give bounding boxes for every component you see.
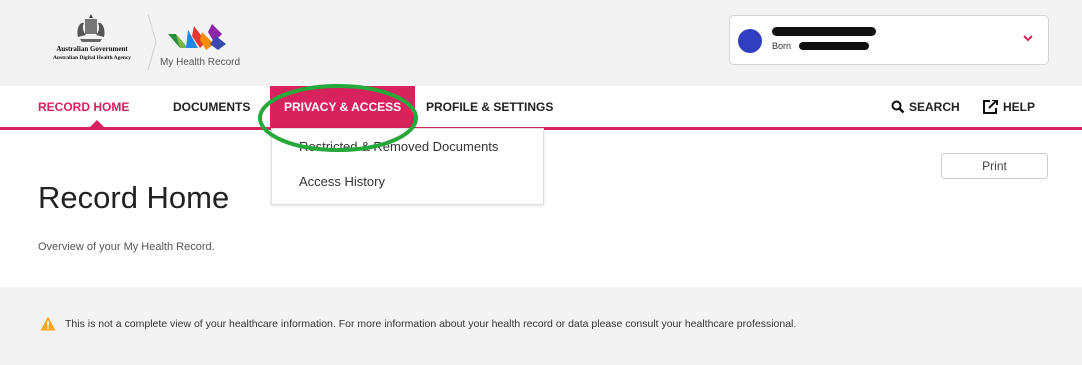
warning-icon: [40, 316, 56, 331]
profile-selector[interactable]: Born: [729, 15, 1049, 65]
chevron-down-icon[interactable]: [1021, 31, 1035, 45]
app-name: My Health Record: [160, 57, 241, 68]
coat-of-arms-icon: [77, 14, 105, 42]
australian-government-logo[interactable]: Australian Government Australian Digital…: [38, 13, 146, 69]
gov-line-2: Australian Digital Health Agency: [52, 55, 132, 61]
page-subtitle: Overview of your My Health Record.: [38, 241, 215, 253]
notice-text: This is not a complete view of your heal…: [65, 318, 797, 330]
search-icon: [891, 100, 905, 114]
my-health-record-logo-icon: [168, 24, 226, 50]
external-link-icon: [983, 100, 998, 114]
active-tab-indicator: [89, 120, 105, 128]
print-button[interactable]: Print: [941, 153, 1048, 179]
menu-item-access-history[interactable]: Access History: [299, 174, 385, 189]
redacted-name: [772, 27, 876, 36]
privacy-access-dropdown: Restricted & Removed Documents Access Hi…: [271, 128, 544, 205]
info-notice: This is not a complete view of your heal…: [0, 287, 1082, 365]
help-label: HELP: [1003, 100, 1036, 114]
search-label: SEARCH: [909, 100, 960, 114]
avatar: [738, 29, 762, 53]
logo-divider: [147, 14, 157, 70]
nav-documents[interactable]: DOCUMENTS: [173, 86, 250, 128]
search-button[interactable]: SEARCH: [891, 86, 960, 128]
menu-item-restricted-removed-documents[interactable]: Restricted & Removed Documents: [299, 139, 498, 154]
page-title: Record Home: [38, 180, 230, 215]
born-label: Born: [772, 41, 792, 51]
redacted-dob: [799, 42, 869, 50]
help-button[interactable]: HELP: [983, 86, 1035, 128]
site-header: Australian Government Australian Digital…: [0, 0, 1082, 86]
nav-profile-settings[interactable]: PROFILE & SETTINGS: [426, 86, 553, 128]
nav-record-home[interactable]: RECORD HOME: [38, 86, 129, 128]
nav-privacy-access[interactable]: PRIVACY & ACCESS: [270, 86, 416, 128]
gov-line-1: Australian Government: [56, 45, 128, 53]
